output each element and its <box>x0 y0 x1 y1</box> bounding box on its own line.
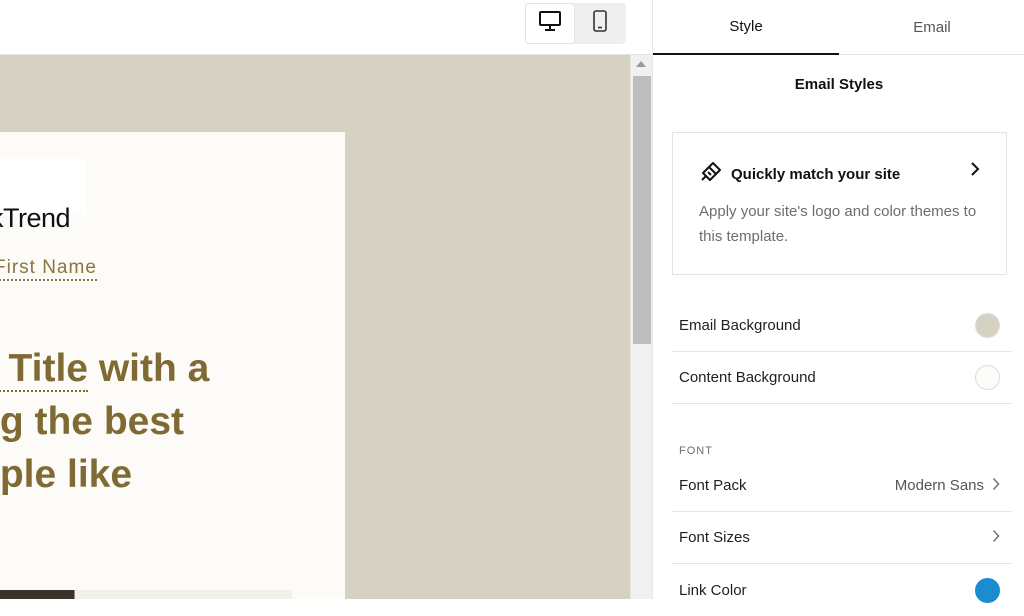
tab-style[interactable]: Style <box>653 0 839 55</box>
chevron-right-icon <box>992 529 1000 547</box>
email-headline[interactable]: e Title with a ng the best ople like <box>0 342 336 501</box>
match-site-header: Quickly match your site <box>699 160 900 189</box>
email-preview-canvas: kTrend First Name e Title with a ng the … <box>0 55 630 599</box>
editor-toolbar <box>0 0 652 55</box>
email-background-swatch[interactable] <box>975 313 1000 338</box>
email-content-area[interactable]: kTrend First Name e Title with a ng the … <box>0 132 345 599</box>
panel-tabs: Style Email <box>653 0 1024 55</box>
font-pack-value-group: Modern Sans <box>895 477 1000 495</box>
email-background-row[interactable]: Email Background <box>672 300 1012 352</box>
preview-scrollbar[interactable] <box>630 55 652 599</box>
content-background-row[interactable]: Content Background <box>672 352 1012 404</box>
link-color-row[interactable]: Link Color <box>672 564 1012 616</box>
font-pack-value: Modern Sans <box>894 477 984 494</box>
mobile-icon <box>593 10 607 37</box>
font-section-label: FONT <box>679 445 713 457</box>
desktop-icon <box>539 11 561 36</box>
tab-email[interactable]: Email <box>839 0 1024 55</box>
font-pack-label: Font Pack <box>679 477 747 494</box>
hero-image[interactable] <box>0 590 292 599</box>
scroll-thumb[interactable] <box>633 76 651 344</box>
match-site-title: Quickly match your site <box>731 166 901 183</box>
style-panel: Style Email Email Styles Quickly match y… <box>652 0 1024 603</box>
headline-title-merge-field: e Title <box>0 347 88 392</box>
desktop-view-button[interactable] <box>525 3 575 44</box>
paint-brush-icon <box>699 160 723 189</box>
scroll-up-arrow-icon[interactable] <box>636 61 646 67</box>
device-toggle <box>525 3 626 44</box>
headline-line-1: e Title with a <box>0 342 336 395</box>
headline-line-1-rest: with a <box>88 347 210 390</box>
logo-text: kTrend <box>0 203 71 233</box>
match-site-description: Apply your site's logo and color themes … <box>699 203 977 245</box>
font-sizes-row[interactable]: Font Sizes <box>672 512 1012 564</box>
logo-block[interactable]: kTrend <box>0 159 87 233</box>
panel-title: Email Styles <box>794 76 884 93</box>
link-color-label: Link Color <box>679 581 747 599</box>
mobile-view-button[interactable] <box>575 3 625 44</box>
headline-line-2: ng the best <box>0 400 185 443</box>
headline-line-3: ople like <box>0 453 133 496</box>
font-sizes-label: Font Sizes <box>679 529 750 546</box>
font-sizes-value-group <box>992 529 1000 547</box>
chevron-right-icon <box>992 477 1000 495</box>
font-pack-row[interactable]: Font Pack Modern Sans <box>672 460 1012 512</box>
content-background-label: Content Background <box>679 369 816 386</box>
greeting-merge-field[interactable]: First Name <box>0 257 97 281</box>
chevron-right-icon <box>970 161 980 182</box>
email-background-label: Email Background <box>679 317 801 334</box>
content-background-swatch[interactable] <box>975 365 1000 390</box>
match-site-card[interactable]: Quickly match your site Apply your site'… <box>672 132 1007 275</box>
